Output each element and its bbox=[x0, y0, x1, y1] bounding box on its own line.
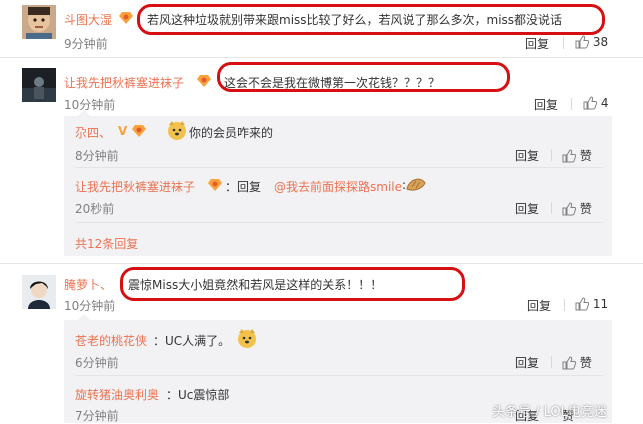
like-label: 赞 bbox=[579, 202, 592, 216]
watermark: 头条号 / LOL电竞迷 bbox=[492, 405, 607, 420]
like-count: 11 bbox=[592, 297, 609, 311]
reply-author[interactable]: 旋转猪油奥利奥 bbox=[75, 386, 159, 403]
reply-author[interactable]: 让我先把秋裤塞进袜子 bbox=[75, 178, 195, 195]
more-replies-link[interactable]: 共12条回复 bbox=[75, 235, 138, 252]
reply-button[interactable]: 回复 bbox=[534, 96, 558, 113]
action-divider bbox=[571, 98, 572, 110]
thumb-up-icon bbox=[575, 35, 590, 49]
reply-button[interactable]: 回复 bbox=[527, 297, 551, 314]
like-button[interactable]: 4 bbox=[583, 96, 608, 110]
action-divider bbox=[564, 299, 565, 311]
reply-button[interactable]: 回复 bbox=[515, 147, 539, 164]
reply-time: 8分钟前 bbox=[75, 149, 119, 163]
action-divider bbox=[551, 202, 552, 214]
reply-button[interactable]: 回复 bbox=[515, 200, 539, 217]
reply-time: 7分钟前 bbox=[75, 409, 119, 423]
highlight-box bbox=[217, 62, 510, 92]
like-button[interactable]: 赞 bbox=[562, 200, 592, 217]
action-divider bbox=[551, 149, 552, 161]
action-divider bbox=[551, 356, 552, 368]
reply-arrow bbox=[78, 314, 90, 320]
comment-author[interactable]: 斗图大湿 bbox=[64, 11, 112, 28]
like-label: 赞 bbox=[579, 149, 592, 163]
comment-author[interactable]: 腌萝卜、 bbox=[64, 276, 112, 293]
reply-text: ：Uc震惊部 bbox=[166, 388, 230, 402]
highlight-box bbox=[120, 267, 465, 301]
action-divider bbox=[563, 37, 564, 49]
thumb-up-icon bbox=[583, 96, 598, 110]
vip-badge-icon bbox=[196, 74, 212, 91]
avatar[interactable] bbox=[22, 275, 56, 309]
vip-badge-icon bbox=[207, 178, 223, 195]
like-button[interactable]: 11 bbox=[575, 297, 608, 311]
divider bbox=[75, 222, 603, 223]
like-label: 赞 bbox=[579, 356, 592, 370]
vip-badge-icon bbox=[131, 124, 147, 141]
thumb-up-icon bbox=[562, 356, 577, 370]
like-count: 38 bbox=[592, 35, 609, 49]
divider bbox=[75, 375, 603, 376]
reply-text: 你的会员咋来的 bbox=[189, 126, 274, 140]
like-button[interactable]: 赞 bbox=[562, 147, 592, 164]
reply-button[interactable]: 回复 bbox=[515, 354, 539, 371]
thumb-up-icon bbox=[562, 149, 577, 163]
reply-text: ：UC人满了。 bbox=[153, 334, 231, 348]
comment-time: 9分钟前 bbox=[64, 37, 108, 51]
avatar[interactable] bbox=[22, 5, 56, 39]
like-button[interactable]: 赞 bbox=[562, 354, 592, 371]
divider bbox=[75, 167, 603, 168]
reply-button[interactable]: 回复 bbox=[525, 35, 549, 52]
reply-time: 20秒前 bbox=[75, 202, 115, 216]
reply-text: ：回复 bbox=[225, 180, 262, 194]
doge-emoji-icon bbox=[166, 119, 188, 144]
bread-emoji-icon bbox=[405, 175, 427, 196]
thumb-up-icon bbox=[562, 202, 577, 216]
avatar[interactable] bbox=[22, 68, 56, 102]
mention-link[interactable]: @我去前面探探路smile bbox=[274, 178, 402, 195]
thumb-up-icon bbox=[575, 297, 590, 311]
comment-time: 10分钟前 bbox=[64, 299, 116, 313]
divider bbox=[0, 57, 643, 58]
vip-v-icon: V bbox=[118, 124, 128, 138]
doge-emoji-icon bbox=[236, 327, 258, 352]
vip-badge-icon bbox=[118, 11, 134, 28]
like-button[interactable]: 38 bbox=[575, 35, 608, 49]
like-count: 4 bbox=[600, 96, 609, 110]
divider bbox=[0, 263, 643, 264]
reply-arrow bbox=[78, 110, 90, 116]
reply-time: 6分钟前 bbox=[75, 356, 119, 370]
reply-author[interactable]: 尕四、 bbox=[75, 124, 111, 141]
reply-author[interactable]: 苍老的桃花侠 bbox=[75, 332, 147, 349]
comment-author[interactable]: 让我先把秋裤塞进袜子 bbox=[64, 74, 184, 91]
highlight-box bbox=[137, 4, 605, 35]
